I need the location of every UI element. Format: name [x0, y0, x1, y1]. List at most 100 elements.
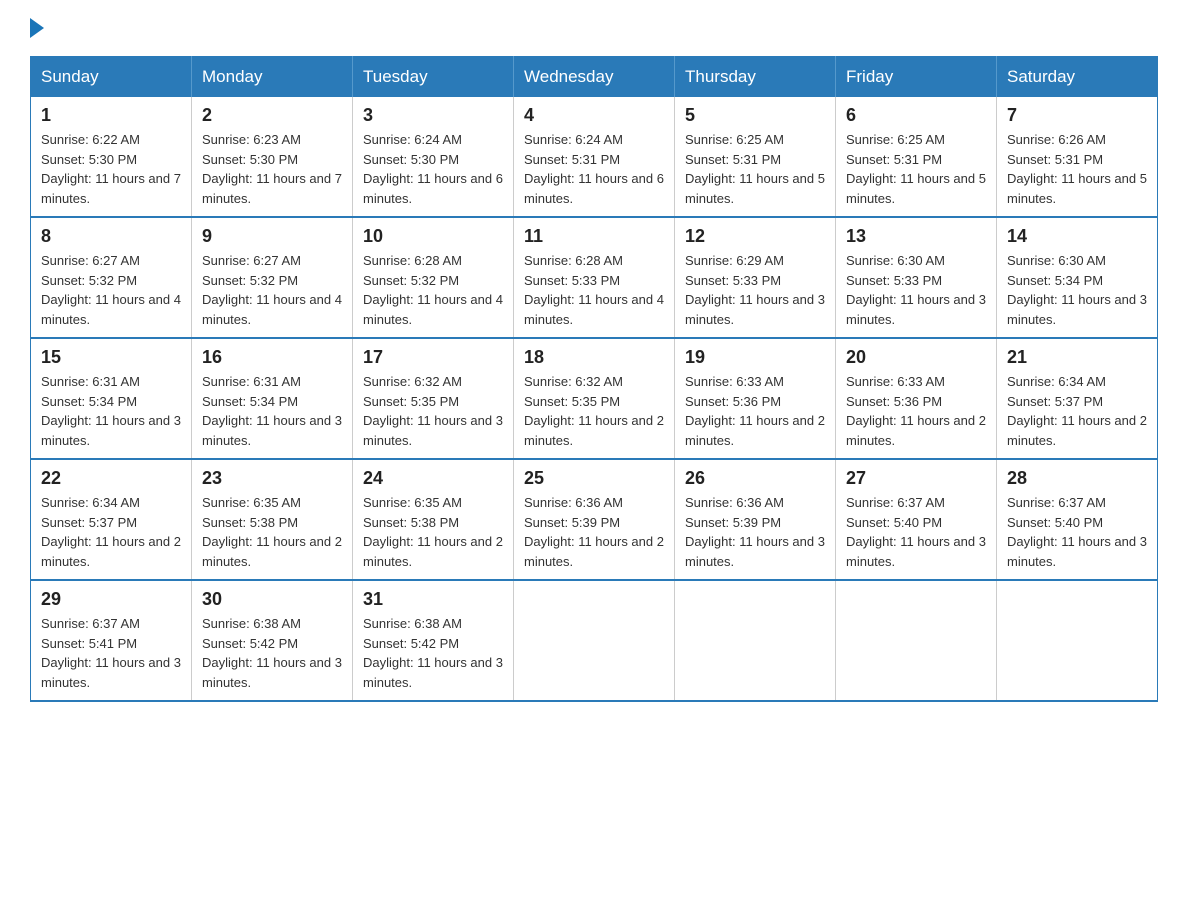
day-number: 30 — [202, 589, 342, 610]
day-number: 31 — [363, 589, 503, 610]
day-info: Sunrise: 6:23 AMSunset: 5:30 PMDaylight:… — [202, 130, 342, 208]
day-number: 18 — [524, 347, 664, 368]
day-info: Sunrise: 6:32 AMSunset: 5:35 PMDaylight:… — [363, 372, 503, 450]
calendar-header-row: SundayMondayTuesdayWednesdayThursdayFrid… — [31, 57, 1158, 98]
day-number: 29 — [41, 589, 181, 610]
calendar-cell: 10 Sunrise: 6:28 AMSunset: 5:32 PMDaylig… — [353, 217, 514, 338]
day-number: 12 — [685, 226, 825, 247]
header-day-thursday: Thursday — [675, 57, 836, 98]
calendar-cell: 2 Sunrise: 6:23 AMSunset: 5:30 PMDayligh… — [192, 97, 353, 217]
calendar-cell: 11 Sunrise: 6:28 AMSunset: 5:33 PMDaylig… — [514, 217, 675, 338]
day-number: 3 — [363, 105, 503, 126]
day-info: Sunrise: 6:32 AMSunset: 5:35 PMDaylight:… — [524, 372, 664, 450]
calendar-cell: 22 Sunrise: 6:34 AMSunset: 5:37 PMDaylig… — [31, 459, 192, 580]
calendar-cell: 26 Sunrise: 6:36 AMSunset: 5:39 PMDaylig… — [675, 459, 836, 580]
calendar-cell — [675, 580, 836, 701]
header-day-friday: Friday — [836, 57, 997, 98]
day-info: Sunrise: 6:34 AMSunset: 5:37 PMDaylight:… — [41, 493, 181, 571]
header-day-saturday: Saturday — [997, 57, 1158, 98]
day-info: Sunrise: 6:30 AMSunset: 5:34 PMDaylight:… — [1007, 251, 1147, 329]
header-day-sunday: Sunday — [31, 57, 192, 98]
calendar-cell: 29 Sunrise: 6:37 AMSunset: 5:41 PMDaylig… — [31, 580, 192, 701]
day-info: Sunrise: 6:33 AMSunset: 5:36 PMDaylight:… — [846, 372, 986, 450]
day-number: 14 — [1007, 226, 1147, 247]
day-number: 1 — [41, 105, 181, 126]
day-number: 19 — [685, 347, 825, 368]
calendar-cell: 20 Sunrise: 6:33 AMSunset: 5:36 PMDaylig… — [836, 338, 997, 459]
calendar-cell: 5 Sunrise: 6:25 AMSunset: 5:31 PMDayligh… — [675, 97, 836, 217]
calendar-cell: 28 Sunrise: 6:37 AMSunset: 5:40 PMDaylig… — [997, 459, 1158, 580]
calendar-cell: 27 Sunrise: 6:37 AMSunset: 5:40 PMDaylig… — [836, 459, 997, 580]
day-info: Sunrise: 6:37 AMSunset: 5:41 PMDaylight:… — [41, 614, 181, 692]
calendar-cell: 6 Sunrise: 6:25 AMSunset: 5:31 PMDayligh… — [836, 97, 997, 217]
day-info: Sunrise: 6:27 AMSunset: 5:32 PMDaylight:… — [202, 251, 342, 329]
day-number: 9 — [202, 226, 342, 247]
calendar-week-row: 8 Sunrise: 6:27 AMSunset: 5:32 PMDayligh… — [31, 217, 1158, 338]
day-info: Sunrise: 6:24 AMSunset: 5:30 PMDaylight:… — [363, 130, 503, 208]
calendar-cell: 1 Sunrise: 6:22 AMSunset: 5:30 PMDayligh… — [31, 97, 192, 217]
logo — [30, 20, 44, 38]
day-info: Sunrise: 6:22 AMSunset: 5:30 PMDaylight:… — [41, 130, 181, 208]
calendar-week-row: 22 Sunrise: 6:34 AMSunset: 5:37 PMDaylig… — [31, 459, 1158, 580]
calendar-week-row: 1 Sunrise: 6:22 AMSunset: 5:30 PMDayligh… — [31, 97, 1158, 217]
calendar-cell: 15 Sunrise: 6:31 AMSunset: 5:34 PMDaylig… — [31, 338, 192, 459]
day-number: 16 — [202, 347, 342, 368]
day-number: 27 — [846, 468, 986, 489]
calendar-cell: 24 Sunrise: 6:35 AMSunset: 5:38 PMDaylig… — [353, 459, 514, 580]
day-number: 5 — [685, 105, 825, 126]
day-info: Sunrise: 6:29 AMSunset: 5:33 PMDaylight:… — [685, 251, 825, 329]
day-info: Sunrise: 6:25 AMSunset: 5:31 PMDaylight:… — [846, 130, 986, 208]
calendar-cell: 13 Sunrise: 6:30 AMSunset: 5:33 PMDaylig… — [836, 217, 997, 338]
day-number: 8 — [41, 226, 181, 247]
day-info: Sunrise: 6:27 AMSunset: 5:32 PMDaylight:… — [41, 251, 181, 329]
day-info: Sunrise: 6:38 AMSunset: 5:42 PMDaylight:… — [202, 614, 342, 692]
day-number: 23 — [202, 468, 342, 489]
header-day-wednesday: Wednesday — [514, 57, 675, 98]
calendar-week-row: 15 Sunrise: 6:31 AMSunset: 5:34 PMDaylig… — [31, 338, 1158, 459]
day-number: 7 — [1007, 105, 1147, 126]
calendar-cell: 14 Sunrise: 6:30 AMSunset: 5:34 PMDaylig… — [997, 217, 1158, 338]
day-number: 2 — [202, 105, 342, 126]
day-number: 10 — [363, 226, 503, 247]
day-number: 24 — [363, 468, 503, 489]
day-number: 17 — [363, 347, 503, 368]
calendar-cell: 25 Sunrise: 6:36 AMSunset: 5:39 PMDaylig… — [514, 459, 675, 580]
day-info: Sunrise: 6:36 AMSunset: 5:39 PMDaylight:… — [524, 493, 664, 571]
day-info: Sunrise: 6:36 AMSunset: 5:39 PMDaylight:… — [685, 493, 825, 571]
calendar-cell: 30 Sunrise: 6:38 AMSunset: 5:42 PMDaylig… — [192, 580, 353, 701]
day-number: 25 — [524, 468, 664, 489]
header-day-monday: Monday — [192, 57, 353, 98]
day-number: 28 — [1007, 468, 1147, 489]
day-info: Sunrise: 6:38 AMSunset: 5:42 PMDaylight:… — [363, 614, 503, 692]
day-info: Sunrise: 6:30 AMSunset: 5:33 PMDaylight:… — [846, 251, 986, 329]
day-info: Sunrise: 6:28 AMSunset: 5:33 PMDaylight:… — [524, 251, 664, 329]
day-info: Sunrise: 6:37 AMSunset: 5:40 PMDaylight:… — [846, 493, 986, 571]
day-number: 21 — [1007, 347, 1147, 368]
calendar-cell: 17 Sunrise: 6:32 AMSunset: 5:35 PMDaylig… — [353, 338, 514, 459]
day-number: 11 — [524, 226, 664, 247]
logo-arrow-icon — [30, 18, 44, 38]
calendar-cell: 4 Sunrise: 6:24 AMSunset: 5:31 PMDayligh… — [514, 97, 675, 217]
calendar-cell — [836, 580, 997, 701]
day-number: 4 — [524, 105, 664, 126]
day-info: Sunrise: 6:26 AMSunset: 5:31 PMDaylight:… — [1007, 130, 1147, 208]
day-info: Sunrise: 6:35 AMSunset: 5:38 PMDaylight:… — [202, 493, 342, 571]
calendar-cell: 7 Sunrise: 6:26 AMSunset: 5:31 PMDayligh… — [997, 97, 1158, 217]
day-number: 13 — [846, 226, 986, 247]
calendar-cell: 16 Sunrise: 6:31 AMSunset: 5:34 PMDaylig… — [192, 338, 353, 459]
day-info: Sunrise: 6:31 AMSunset: 5:34 PMDaylight:… — [202, 372, 342, 450]
calendar-cell: 9 Sunrise: 6:27 AMSunset: 5:32 PMDayligh… — [192, 217, 353, 338]
day-number: 20 — [846, 347, 986, 368]
day-number: 26 — [685, 468, 825, 489]
day-number: 6 — [846, 105, 986, 126]
day-info: Sunrise: 6:24 AMSunset: 5:31 PMDaylight:… — [524, 130, 664, 208]
calendar-cell: 21 Sunrise: 6:34 AMSunset: 5:37 PMDaylig… — [997, 338, 1158, 459]
day-info: Sunrise: 6:28 AMSunset: 5:32 PMDaylight:… — [363, 251, 503, 329]
day-info: Sunrise: 6:25 AMSunset: 5:31 PMDaylight:… — [685, 130, 825, 208]
calendar-cell: 3 Sunrise: 6:24 AMSunset: 5:30 PMDayligh… — [353, 97, 514, 217]
day-info: Sunrise: 6:31 AMSunset: 5:34 PMDaylight:… — [41, 372, 181, 450]
calendar-cell: 8 Sunrise: 6:27 AMSunset: 5:32 PMDayligh… — [31, 217, 192, 338]
calendar-cell — [514, 580, 675, 701]
day-info: Sunrise: 6:34 AMSunset: 5:37 PMDaylight:… — [1007, 372, 1147, 450]
header — [30, 20, 1158, 38]
